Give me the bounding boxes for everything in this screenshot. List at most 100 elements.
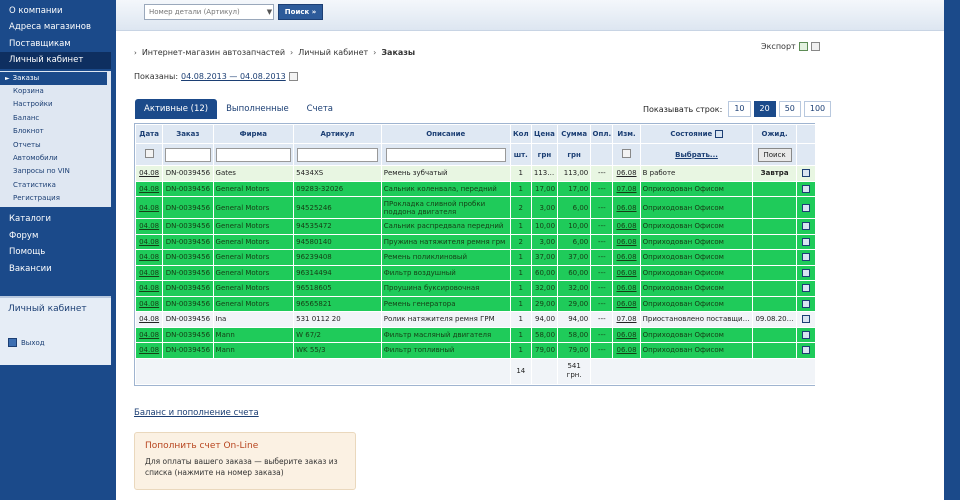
cell-order[interactable]: DN-0039456 bbox=[162, 233, 214, 250]
cell-date[interactable]: 04.08 bbox=[134, 311, 164, 328]
subnav-item-0[interactable]: ► Заказы bbox=[0, 71, 107, 85]
state-choose-link[interactable]: Выбрать... bbox=[675, 151, 718, 159]
cell-order[interactable]: DN-0039456 bbox=[162, 249, 214, 266]
document-export-icon[interactable] bbox=[810, 42, 820, 51]
subnav-item-6[interactable]: Автомобили bbox=[0, 152, 111, 165]
article-filter-input[interactable] bbox=[296, 147, 379, 162]
tab-done[interactable]: Выполненные bbox=[217, 99, 298, 119]
print-icon[interactable] bbox=[801, 203, 810, 212]
cell-order[interactable]: DN-0039456 bbox=[162, 280, 214, 297]
col-wait[interactable]: Ожид. bbox=[752, 124, 797, 144]
print-icon[interactable] bbox=[801, 299, 810, 308]
tab-active[interactable]: Активные (12) bbox=[135, 99, 218, 119]
exit-link[interactable]: Выход bbox=[8, 338, 45, 347]
part-search-input[interactable] bbox=[144, 4, 274, 20]
cell-order[interactable]: DN-0039456 bbox=[162, 180, 214, 197]
cell-date[interactable]: 04.08 bbox=[134, 180, 164, 197]
print-icon[interactable] bbox=[801, 284, 810, 293]
print-icon[interactable] bbox=[801, 222, 810, 231]
table-row[interactable]: 04.08 DN-0039456 Ina 531 0112 20 Ролик натяж… bbox=[134, 311, 817, 328]
excel-export-icon[interactable] bbox=[798, 42, 808, 51]
table-row[interactable]: 04.08 DN-0039456 Gates 5434XS Ремень зубчаты… bbox=[134, 165, 817, 182]
cell-date[interactable]: 04.08 bbox=[134, 218, 164, 235]
cell-order[interactable]: DN-0039456 bbox=[162, 342, 214, 359]
subnav-item-9[interactable]: Регистрация bbox=[0, 192, 111, 205]
col-article[interactable]: Артикул bbox=[293, 124, 382, 144]
subnav-item-8[interactable]: Статистика bbox=[0, 179, 111, 192]
col-change[interactable]: Изм. bbox=[612, 124, 641, 144]
cell-date[interactable]: 04.08 bbox=[134, 280, 164, 297]
col-qty[interactable]: Кол bbox=[509, 124, 532, 144]
print-icon[interactable] bbox=[801, 253, 810, 262]
cell-order[interactable]: DN-0039456 bbox=[162, 295, 214, 312]
rows-option-20[interactable]: 20 bbox=[753, 101, 776, 117]
col-sum[interactable]: Сумма bbox=[557, 124, 592, 144]
table-row[interactable]: 04.08 DN-0039456 General Motors 96314494 Фил… bbox=[134, 264, 817, 281]
cell-date[interactable]: 04.08 bbox=[134, 233, 164, 250]
print-icon[interactable] bbox=[801, 169, 810, 178]
col-desc[interactable]: Описание bbox=[380, 124, 511, 144]
breadcrumb-cabinet[interactable]: Личный кабинет bbox=[298, 48, 368, 57]
subnav-item-7[interactable]: Запросы по VIN bbox=[0, 165, 111, 178]
nav-item-bottom-2[interactable]: Помощь bbox=[0, 244, 116, 260]
cell-order[interactable]: DN-0039456 bbox=[162, 326, 214, 343]
subnav-item-2[interactable]: Настройки bbox=[0, 98, 111, 111]
change-filter-calendar-icon[interactable] bbox=[622, 149, 632, 158]
subnav-item-1[interactable]: Корзина bbox=[0, 85, 111, 98]
rows-option-100[interactable]: 100 bbox=[803, 101, 832, 117]
calendar-icon[interactable] bbox=[288, 72, 298, 81]
period-dates[interactable]: 04.08.2013 — 04.08.2013 bbox=[181, 72, 286, 81]
table-row[interactable]: 04.08 DN-0039456 General Motors 96239408 Рем… bbox=[134, 249, 817, 266]
col-price[interactable]: Цена bbox=[530, 124, 559, 144]
print-icon[interactable] bbox=[801, 315, 810, 324]
table-row[interactable]: 04.08 DN-0039456 General Motors 96565821 Рем… bbox=[134, 295, 817, 312]
nav-item-bottom-3[interactable]: Вакансии bbox=[0, 261, 116, 277]
date-filter-calendar-icon[interactable] bbox=[144, 149, 154, 158]
nav-item-bottom-0[interactable]: Каталоги bbox=[0, 211, 116, 227]
col-opl[interactable]: Опл. bbox=[590, 124, 614, 144]
help-icon[interactable] bbox=[714, 130, 723, 138]
col-date[interactable]: Дата bbox=[134, 124, 164, 144]
rows-option-10[interactable]: 10 bbox=[728, 101, 751, 117]
nav-item-cabinet[interactable]: Личный кабинет bbox=[0, 52, 111, 69]
desc-filter-input[interactable] bbox=[385, 147, 506, 162]
order-filter-input[interactable] bbox=[164, 147, 212, 162]
table-row[interactable]: 04.08 DN-0039456 General Motors 94580140 Пру… bbox=[134, 233, 817, 250]
cell-date[interactable]: 04.08 bbox=[134, 196, 164, 219]
export-link[interactable]: Экспорт bbox=[761, 42, 796, 51]
nav-item-0[interactable]: О компании bbox=[0, 3, 116, 19]
subnav-item-5[interactable]: Отчеты bbox=[0, 139, 111, 152]
cell-date[interactable]: 04.08 bbox=[134, 165, 164, 182]
table-row[interactable]: 04.08 DN-0039456 General Motors 96518605 Про… bbox=[134, 280, 817, 297]
print-icon[interactable] bbox=[801, 346, 810, 355]
subnav-item-4[interactable]: Блокнот bbox=[0, 125, 111, 138]
nav-item-1[interactable]: Адреса магазинов bbox=[0, 19, 116, 35]
nav-item-2[interactable]: Поставщикам bbox=[0, 36, 116, 52]
col-state[interactable]: Состояние bbox=[639, 124, 754, 144]
cell-order[interactable]: DN-0039456 bbox=[162, 218, 214, 235]
nav-item-bottom-1[interactable]: Форум bbox=[0, 228, 116, 244]
subnav-item-3[interactable]: Баланс bbox=[0, 112, 111, 125]
rows-option-50[interactable]: 50 bbox=[778, 101, 801, 117]
cell-order[interactable]: DN-0039456 bbox=[162, 196, 214, 219]
cell-date[interactable]: 04.08 bbox=[134, 249, 164, 266]
print-icon[interactable] bbox=[801, 237, 810, 246]
cell-order[interactable]: DN-0039456 bbox=[162, 264, 214, 281]
cell-order[interactable]: DN-0039456 bbox=[162, 311, 214, 328]
firm-filter-input[interactable] bbox=[215, 147, 291, 162]
cell-date[interactable]: 04.08 bbox=[134, 326, 164, 343]
cell-date[interactable]: 04.08 bbox=[134, 342, 164, 359]
table-row[interactable]: 04.08 DN-0039456 Mann W 67/2 Фильтр масляный… bbox=[134, 326, 817, 343]
balance-link[interactable]: Баланс и пополнение счета bbox=[134, 408, 259, 418]
cell-date[interactable]: 04.08 bbox=[134, 295, 164, 312]
breadcrumb-home[interactable]: Интернет-магазин автозапчастей bbox=[142, 48, 285, 57]
col-order[interactable]: Заказ bbox=[162, 124, 214, 144]
cell-order[interactable]: DN-0039456 bbox=[162, 165, 214, 182]
table-row[interactable]: 04.08 DN-0039456 Mann WK 55/3 Фильтр топливн… bbox=[134, 342, 817, 359]
chevron-down-icon[interactable]: ▼ bbox=[265, 5, 274, 19]
table-search-button[interactable]: Поиск bbox=[757, 147, 792, 162]
print-icon[interactable] bbox=[801, 330, 810, 339]
search-button[interactable]: Поиск » bbox=[278, 4, 323, 20]
cell-date[interactable]: 04.08 bbox=[134, 264, 164, 281]
table-row[interactable]: 04.08 DN-0039456 General Motors 09283-32026… bbox=[134, 180, 817, 197]
